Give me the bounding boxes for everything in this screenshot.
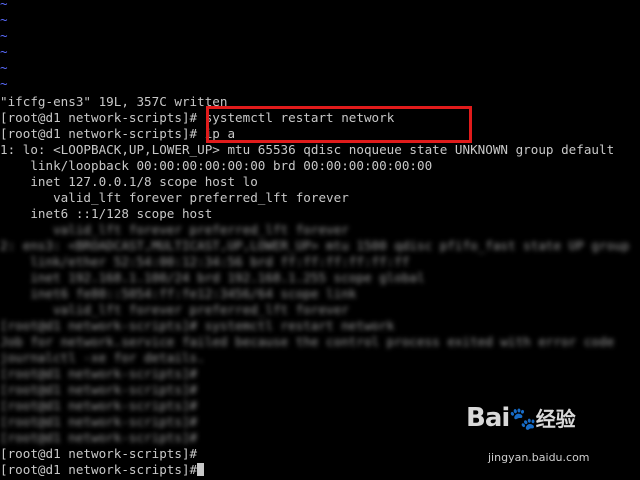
watermark-url: jingyan.baidu.com	[488, 451, 590, 464]
redacted-line: valid_lft forever preferred_lft forever	[0, 222, 349, 237]
vim-tilde-line: ~	[0, 28, 8, 43]
vim-tilde-line: ~	[0, 0, 8, 11]
baidu-logo: Bai🐾经验	[466, 405, 576, 431]
output-line: inet6 ::1/128 scope host	[0, 206, 213, 221]
redacted-line: inet 192.168.1.100/24 brd 192.168.1.255 …	[0, 270, 425, 285]
redacted-line: 2: ens3: <BROADCAST,MULTICAST,UP,LOWER_U…	[0, 238, 630, 253]
terminal-window[interactable]: ~ ~ ~ ~ ~ ~ "ifcfg-ens3" 19L, 357C writt…	[0, 0, 640, 480]
redacted-line: inet6 fe80::5054:ff:fe12:3456/64 scope l…	[0, 286, 357, 301]
vim-tilde-line: ~	[0, 44, 8, 59]
text-cursor	[197, 463, 205, 476]
redacted-line: valid_lft forever preferred_lft forever	[0, 302, 349, 317]
shell-prompt: [root@d1 network-scripts]#	[0, 462, 198, 477]
output-line: 1: lo: <LOOPBACK,UP,LOWER_UP> mtu 65536 …	[0, 142, 615, 157]
paw-icon: 🐾	[509, 407, 536, 432]
shell-prompt: [root@d1 network-scripts]#	[0, 110, 198, 125]
redacted-line: Job for network.service failed because t…	[0, 334, 615, 349]
redacted-line: link/ether 52:54:00:12:34:56 brd ff:ff:f…	[0, 254, 410, 269]
output-line: link/loopback 00:00:00:00:00:00 brd 00:0…	[0, 158, 433, 173]
output-line: valid_lft forever preferred_lft forever	[0, 190, 349, 205]
redacted-line: [root@d1 network-scripts]# systemctl res…	[0, 318, 395, 333]
logo-suffix: 经验	[535, 407, 576, 431]
shell-prompt: [root@d1 network-scripts]#	[0, 126, 198, 141]
vim-tilde-line: ~	[0, 12, 8, 27]
redacted-line: journalctl -xe for details.	[0, 350, 205, 365]
redacted-line: [root@d1 network-scripts]#	[0, 366, 198, 381]
output-line: inet 127.0.0.1/8 scope host lo	[0, 174, 258, 189]
vim-tilde-line: ~	[0, 60, 8, 75]
highlight-annotation-box	[206, 106, 472, 143]
watermark: Bai🐾经验 jingyan.baidu.com	[466, 405, 614, 474]
redacted-line: [root@d1 network-scripts]#	[0, 382, 198, 397]
vim-tilde-line: ~	[0, 76, 8, 91]
logo-text: Bai	[466, 403, 510, 433]
